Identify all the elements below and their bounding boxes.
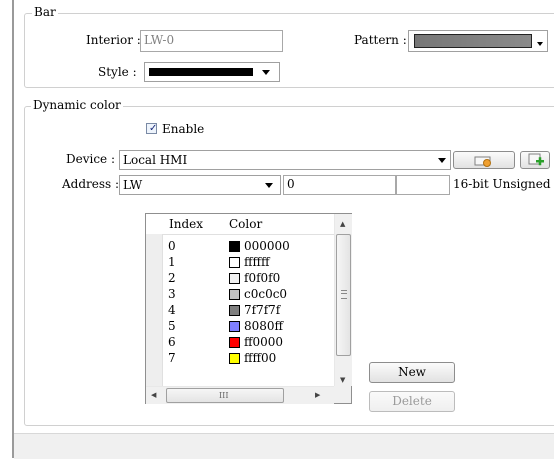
color-swatch: [229, 289, 240, 300]
chevron-down-icon: [438, 158, 446, 163]
scroll-up-icon[interactable]: ▲: [340, 220, 345, 228]
color-swatch: [229, 241, 240, 252]
table-row[interactable]: 3 c0c0c0: [163, 286, 334, 302]
chevron-down-icon: [265, 183, 273, 188]
color-swatch: [229, 321, 240, 332]
horizontal-scrollbar[interactable]: ◀ III ▶: [146, 386, 334, 404]
table-rows: 0 000000 1 ffffff 2 f0f0f0 3 c0c0c0 4 7f7f7f 5 8080…: [163, 238, 334, 386]
color-swatch: [229, 337, 240, 348]
address-field[interactable]: 0: [283, 175, 396, 195]
delete-button[interactable]: Delete: [369, 391, 455, 412]
color-swatch: [229, 273, 240, 284]
index-cell: 7: [168, 351, 176, 365]
style-swatch: [149, 68, 253, 76]
device-combo[interactable]: Local HMI: [119, 150, 451, 170]
table-row[interactable]: 1 ffffff: [163, 254, 334, 270]
color-value-cell: ff0000: [244, 335, 284, 349]
check-icon: ✓: [149, 123, 158, 134]
left-border: [12, 0, 14, 458]
vertical-scroll-thumb[interactable]: [336, 234, 351, 356]
horizontal-grip: III: [219, 391, 229, 400]
device-label: Device :: [66, 152, 116, 166]
color-value-cell: f0f0f0: [244, 271, 281, 285]
chevron-down-icon: [537, 42, 543, 46]
color-value-cell: c0c0c0: [244, 287, 288, 301]
scroll-down-icon[interactable]: ▼: [340, 376, 345, 384]
interior-label: Interior :: [86, 33, 141, 47]
table-row[interactable]: 2 f0f0f0: [163, 270, 334, 286]
color-swatch: [229, 353, 240, 364]
pattern-swatch: [414, 34, 532, 48]
header-color[interactable]: Color: [229, 216, 262, 232]
interior-field[interactable]: LW-0: [140, 30, 283, 52]
add-device-button[interactable]: [520, 151, 550, 169]
table-row[interactable]: 0 000000: [163, 238, 334, 254]
color-value-cell: ffffff: [244, 255, 270, 269]
pattern-combo[interactable]: [408, 30, 548, 52]
horizontal-scroll-thumb[interactable]: III: [166, 388, 284, 403]
index-cell: 6: [168, 335, 176, 349]
index-cell: 4: [168, 303, 176, 317]
vertical-scrollbar[interactable]: ▲ ▼: [334, 214, 352, 386]
header-index[interactable]: Index: [169, 216, 203, 232]
scroll-corner: [334, 386, 351, 403]
table-header: Index Color: [146, 214, 334, 235]
style-combo[interactable]: [144, 62, 280, 82]
index-cell: 5: [168, 319, 176, 333]
table-row[interactable]: 4 7f7f7f: [163, 302, 334, 318]
enable-label: Enable: [162, 122, 205, 136]
index-cell: 0: [168, 239, 176, 253]
row-selector-column[interactable]: [146, 234, 163, 386]
color-value-cell: 8080ff: [244, 319, 284, 333]
color-value-cell: 7f7f7f: [244, 303, 281, 317]
color-value-cell: ffff00: [244, 351, 277, 365]
scroll-right-icon[interactable]: ▶: [315, 391, 320, 399]
color-swatch: [229, 305, 240, 316]
color-value-cell: 000000: [244, 239, 290, 253]
chevron-down-icon: [262, 70, 270, 75]
settings-icon: [474, 156, 491, 167]
style-label: Style :: [98, 65, 137, 79]
device-value: Local HMI: [123, 153, 188, 167]
color-swatch: [229, 257, 240, 268]
bottom-strip: [14, 433, 554, 459]
index-cell: 1: [168, 255, 176, 269]
enable-checkbox[interactable]: ✓: [146, 123, 157, 134]
color-table[interactable]: Index Color 0 000000 1 ffffff 2 f0f0f0 3 c0c0c0…: [145, 213, 352, 404]
table-row[interactable]: 6 ff0000: [163, 334, 334, 350]
table-row[interactable]: 5 8080ff: [163, 318, 334, 334]
pattern-label: Pattern :: [354, 33, 407, 47]
data-format-label: 16-bit Unsigned: [453, 177, 551, 191]
address-type-combo[interactable]: LW: [119, 175, 281, 195]
new-button[interactable]: New: [369, 362, 455, 383]
address-extra-field[interactable]: [396, 175, 450, 195]
index-cell: 2: [168, 271, 176, 285]
dynamic-color-legend: Dynamic color: [31, 98, 123, 112]
address-type-value: LW: [123, 178, 143, 192]
device-setting-button[interactable]: [453, 151, 515, 169]
scroll-left-icon[interactable]: ◀: [151, 391, 156, 399]
grip-icon: [341, 290, 347, 299]
table-row[interactable]: 7 ffff00: [163, 350, 334, 366]
add-icon: [528, 153, 544, 166]
bar-legend: Bar: [32, 5, 58, 19]
grip-line: [341, 293, 347, 294]
index-cell: 3: [168, 287, 176, 301]
address-label: Address :: [62, 177, 120, 191]
